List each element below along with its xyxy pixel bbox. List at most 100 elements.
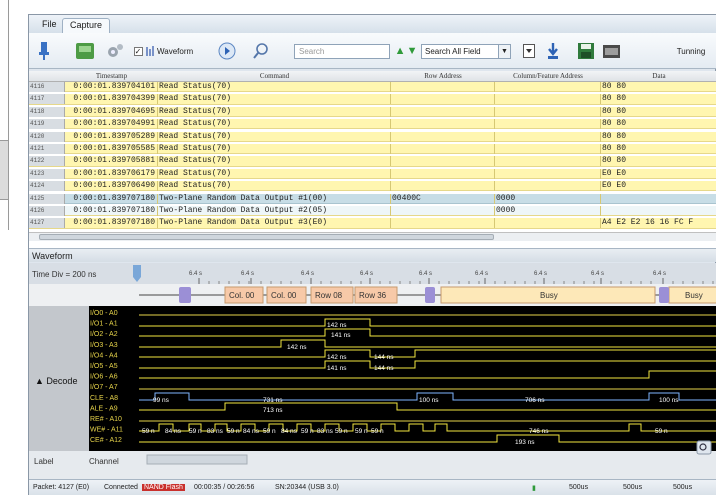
table-row[interactable]: 4125 0:00:01.839707180 Two-Plane Random Da…: [29, 193, 716, 204]
timing-label: 706 ns: [525, 397, 545, 404]
table-row[interactable]: 4119 0:00:01.839704991 Read Status(70) 80 8…: [29, 119, 716, 130]
rate-1: 500us: [569, 484, 589, 491]
channel-label[interactable]: I/O7 - A7: [90, 384, 118, 391]
table-horizontal-scrollbar[interactable]: [29, 232, 716, 241]
tab-capture[interactable]: Capture: [62, 18, 111, 33]
connection-status: Connected: [104, 484, 138, 491]
cell-cmd: Read Status(70): [158, 82, 391, 92]
search-next-icon[interactable]: ▲: [395, 41, 406, 61]
cell-cmd: Two-Plane Random Data Output #3(E0): [158, 218, 391, 229]
table-row[interactable]: 4126 0:00:01.839707180 Two-Plane Random Da…: [29, 206, 716, 217]
search-icon[interactable]: [251, 41, 271, 61]
channel-labels: I/O0 - A0 I/O1 - A1 I/O2 - A2 I/O3 - A3 I/O4…: [89, 306, 139, 451]
column-header-command[interactable]: Command: [158, 72, 391, 80]
cell-dt: 80 80: [602, 82, 627, 91]
channel-label[interactable]: CLE - A8: [90, 395, 118, 402]
timing-label: 59 n: [655, 428, 668, 435]
table-row[interactable]: 4120 0:00:01.839705289 Read Status(70) 80 8…: [29, 131, 716, 142]
channel-label[interactable]: ALE - A9: [90, 405, 118, 412]
cell-idx: 4119: [29, 119, 65, 130]
waveform-canvas[interactable]: Time Div = 200 ns 6.4 s 6.4 s 6.4 s 6.4 s 6.…: [29, 263, 716, 479]
table-row[interactable]: 4116 0:00:01.839704101 Read Status(70) 80 8…: [29, 82, 716, 93]
table-row[interactable]: 4118 0:00:01.839704695 Read Status(70) 80 8…: [29, 106, 716, 117]
ruler-tick-label: 6.4 s: [534, 271, 547, 277]
dropdown-button[interactable]: [521, 41, 537, 61]
timing-label: 193 ns: [515, 439, 535, 446]
cell-ra: [391, 119, 495, 130]
segment-label: Col. 00: [271, 291, 297, 300]
ruler-tick-label: 6.4 s: [301, 271, 314, 277]
cell-idx: 4116: [29, 82, 65, 92]
channel-label[interactable]: I/O5 - A5: [90, 363, 118, 370]
timing-label: 141 ns: [331, 332, 351, 339]
column-header-timestamp[interactable]: Timestamp: [65, 72, 158, 80]
timing-label: 144 ns: [374, 354, 394, 361]
channel-label[interactable]: I/O1 - A1: [90, 321, 118, 328]
status-bar: Packet: 4127 (E0) Connected NAND Flash 0…: [29, 479, 716, 495]
channel-label[interactable]: CE# - A12: [90, 437, 122, 444]
cell-ts: 0:00:01.839705289: [65, 131, 158, 142]
channel-label[interactable]: I/O6 - A6: [90, 374, 118, 381]
packet-marker[interactable]: [179, 287, 191, 303]
segment-label: Busy: [685, 291, 703, 300]
search-prev-icon[interactable]: ▼: [407, 41, 418, 61]
timing-label: 59 n: [142, 428, 155, 435]
cell-ca: [495, 156, 601, 167]
table-row[interactable]: 4123 0:00:01.839706179 Read Status(70) E0 E…: [29, 168, 716, 179]
table-row[interactable]: 4117 0:00:01.839704399 Read Status(70) 80 8…: [29, 94, 716, 105]
bus-icon[interactable]: [74, 41, 96, 61]
decode-label: ▲ Decode: [35, 376, 77, 386]
cell-ts: 0:00:01.839706179: [65, 168, 158, 179]
cell-dt: E0 E0: [602, 181, 627, 191]
column-header-row-address[interactable]: Row Address: [391, 72, 495, 80]
timing-label: 100 ns: [659, 397, 679, 404]
menu-bar: File Capture: [29, 15, 716, 33]
waveform-checkbox[interactable]: ✓: [133, 41, 143, 61]
channel-label[interactable]: I/O0 - A0: [90, 310, 118, 317]
cell-ra: [391, 168, 495, 179]
cell-dt: E0 E0: [602, 168, 627, 178]
channel-label[interactable]: I/O3 - A3: [90, 342, 118, 349]
cell-ts: 0:00:01.839707180: [65, 218, 158, 229]
usb-icon[interactable]: [37, 41, 51, 61]
packet-marker[interactable]: [659, 287, 669, 303]
table-row[interactable]: 4124 0:00:01.839706490 Read Status(70) E0 E…: [29, 181, 716, 192]
cell-idx: 4117: [29, 94, 65, 105]
waveform-title: Waveform: [29, 248, 716, 262]
channel-label[interactable]: WE# - A11: [90, 427, 123, 434]
ruler-tick-label: 6.4 s: [241, 271, 254, 277]
timing-label: 59 n: [227, 428, 240, 435]
segment-label: Row 36: [359, 291, 387, 300]
timing-label: 59 n: [301, 428, 314, 435]
capture-time: 00:00:35 / 00:26:56: [194, 484, 255, 491]
column-header-column-address[interactable]: Column/Feature Address: [495, 72, 601, 80]
export-icon[interactable]: [601, 41, 623, 61]
settings-icon[interactable]: [105, 41, 125, 61]
cell-idx: 4121: [29, 144, 65, 154]
download-icon[interactable]: [545, 41, 561, 61]
channel-label[interactable]: RE# - A10: [90, 416, 122, 423]
play-icon[interactable]: [217, 41, 237, 61]
column-header-data[interactable]: Data: [601, 72, 716, 80]
timing-label: 59 n: [189, 428, 202, 435]
ruler-tick-label: 6.4 s: [189, 271, 202, 277]
scrollbar-thumb[interactable]: [39, 234, 494, 240]
packet-marker[interactable]: [425, 287, 435, 303]
tab-file[interactable]: File: [35, 18, 64, 33]
timing-label: 59 n: [263, 428, 276, 435]
cell-ra: [391, 131, 495, 142]
table-row[interactable]: 4121 0:00:01.839705585 Read Status(70) 80 8…: [29, 144, 716, 155]
chevron-down-icon[interactable]: ▼: [498, 44, 511, 59]
search-input[interactable]: Search: [294, 44, 390, 59]
zoom-icon[interactable]: [696, 440, 712, 455]
channel-label[interactable]: I/O4 - A4: [90, 352, 118, 359]
rate-indicator-icon: ▮: [532, 485, 536, 492]
waveform-icon: [145, 41, 155, 61]
save-icon[interactable]: [576, 41, 596, 61]
channel-label[interactable]: I/O2 - A2: [90, 331, 118, 338]
table-row[interactable]: 4122 0:00:01.839705881 Read Status(70) 80 8…: [29, 156, 716, 167]
waveform-label: Waveform: [157, 46, 194, 56]
waveform-scrollbar[interactable]: [146, 454, 248, 465]
waveform-panel[interactable]: Time Div = 200 ns 6.4 s 6.4 s 6.4 s 6.4 s 6.…: [29, 263, 716, 479]
table-row[interactable]: 4127 0:00:01.839707180 Two-Plane Random Da…: [29, 218, 716, 229]
